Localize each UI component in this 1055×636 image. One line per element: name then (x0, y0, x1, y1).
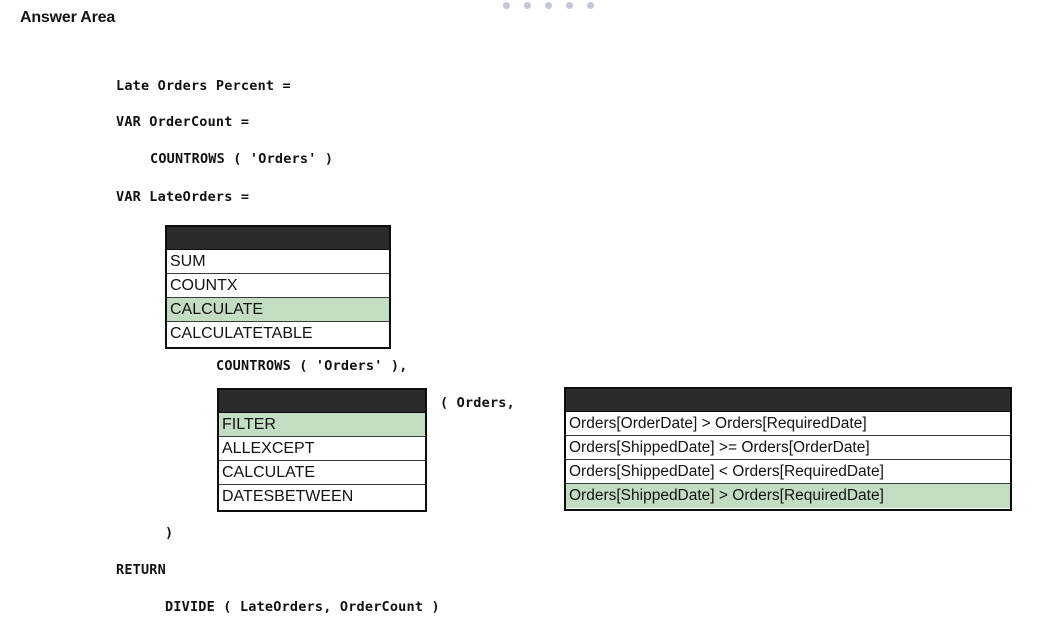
dropdown-option-list: Orders[OrderDate] > Orders[RequiredDate]… (566, 412, 1010, 508)
dropdown-condition[interactable]: Orders[OrderDate] > Orders[RequiredDate]… (564, 387, 1012, 511)
code-line-countrows-orders: COUNTROWS ( 'Orders' ) (150, 151, 334, 167)
dropdown-header-bar[interactable] (566, 389, 1010, 412)
code-line-close-paren: ) (165, 525, 174, 541)
dropdown-option[interactable]: Orders[OrderDate] > Orders[RequiredDate] (566, 412, 1010, 436)
dropdown-header-bar[interactable] (167, 227, 389, 250)
dropdown-option[interactable]: SUM (167, 250, 389, 274)
dropdown-option[interactable]: CALCULATETABLE (167, 322, 389, 346)
dropdown-option[interactable]: DATESBETWEEN (219, 485, 425, 509)
dropdown-header-bar[interactable] (219, 390, 425, 413)
dropdown-option[interactable]: CALCULATE (219, 461, 425, 485)
code-line-open-paren-orders: ( Orders, (440, 395, 515, 411)
decorative-dot (566, 2, 573, 9)
dropdown-option[interactable]: Orders[ShippedDate] >= Orders[OrderDate] (566, 436, 1010, 460)
dropdown-option-selected[interactable]: FILTER (219, 413, 425, 437)
dropdown-option-selected[interactable]: CALCULATE (167, 298, 389, 322)
decorative-dot (524, 2, 531, 9)
dropdown-option[interactable]: Orders[ShippedDate] < Orders[RequiredDat… (566, 460, 1010, 484)
code-line-countrows-orders-comma: COUNTROWS ( 'Orders' ), (216, 358, 408, 374)
dropdown-option-selected[interactable]: Orders[ShippedDate] > Orders[RequiredDat… (566, 484, 1010, 508)
dropdown-option-list: SUM COUNTX CALCULATE CALCULATETABLE (167, 250, 389, 346)
page-title: Answer Area (20, 9, 116, 26)
code-line-var-lateorders: VAR LateOrders = (116, 189, 250, 205)
dropdown-option-list: FILTER ALLEXCEPT CALCULATE DATESBETWEEN (219, 413, 425, 509)
decorative-dot-row (503, 2, 594, 9)
code-line-divide: DIVIDE ( LateOrders, OrderCount ) (165, 599, 440, 615)
dropdown-function-1[interactable]: SUM COUNTX CALCULATE CALCULATETABLE (165, 225, 391, 349)
dropdown-option[interactable]: COUNTX (167, 274, 389, 298)
decorative-dot (503, 2, 510, 9)
code-line-var-ordercount: VAR OrderCount = (116, 114, 250, 130)
decorative-dot (545, 2, 552, 9)
code-line-measure-name: Late Orders Percent = (116, 78, 291, 94)
code-line-return: RETURN (116, 562, 166, 578)
dropdown-function-2[interactable]: FILTER ALLEXCEPT CALCULATE DATESBETWEEN (217, 388, 427, 512)
dropdown-option[interactable]: ALLEXCEPT (219, 437, 425, 461)
decorative-dot (587, 2, 594, 9)
